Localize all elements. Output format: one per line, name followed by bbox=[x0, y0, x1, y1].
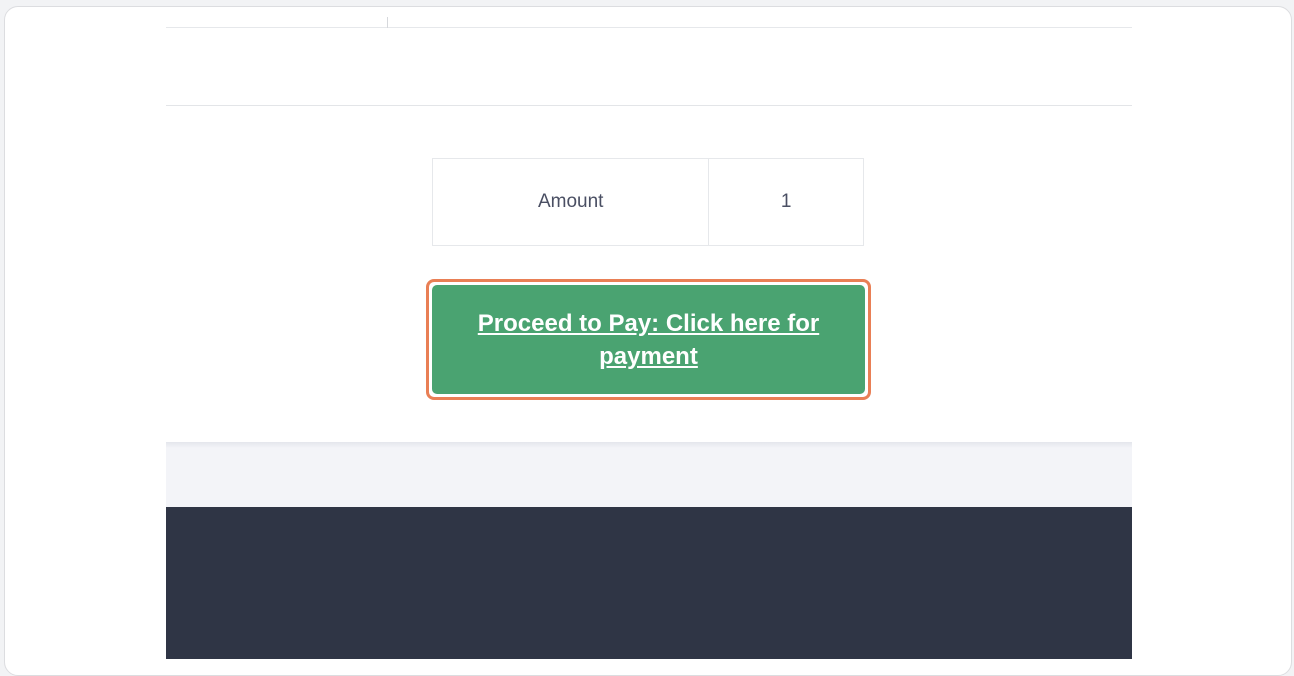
page-content: Amount 1 Proceed to Pay: Click here for … bbox=[166, 7, 1132, 667]
table-row: Amount 1 bbox=[431, 158, 864, 246]
screenshot-frame: Amount 1 Proceed to Pay: Click here for … bbox=[4, 6, 1292, 676]
table-bottom-row bbox=[166, 7, 1132, 28]
proceed-to-pay-button[interactable]: Proceed to Pay: Click here for payment bbox=[432, 285, 865, 394]
amount-label: Amount bbox=[431, 158, 710, 246]
amount-value: 1 bbox=[708, 158, 864, 246]
page-background-band bbox=[166, 448, 1132, 507]
amount-table: Amount 1 bbox=[431, 158, 864, 246]
section-divider bbox=[166, 105, 1132, 106]
pay-button-highlight: Proceed to Pay: Click here for payment bbox=[426, 279, 871, 400]
column-divider bbox=[387, 17, 388, 28]
page-footer bbox=[166, 507, 1132, 659]
